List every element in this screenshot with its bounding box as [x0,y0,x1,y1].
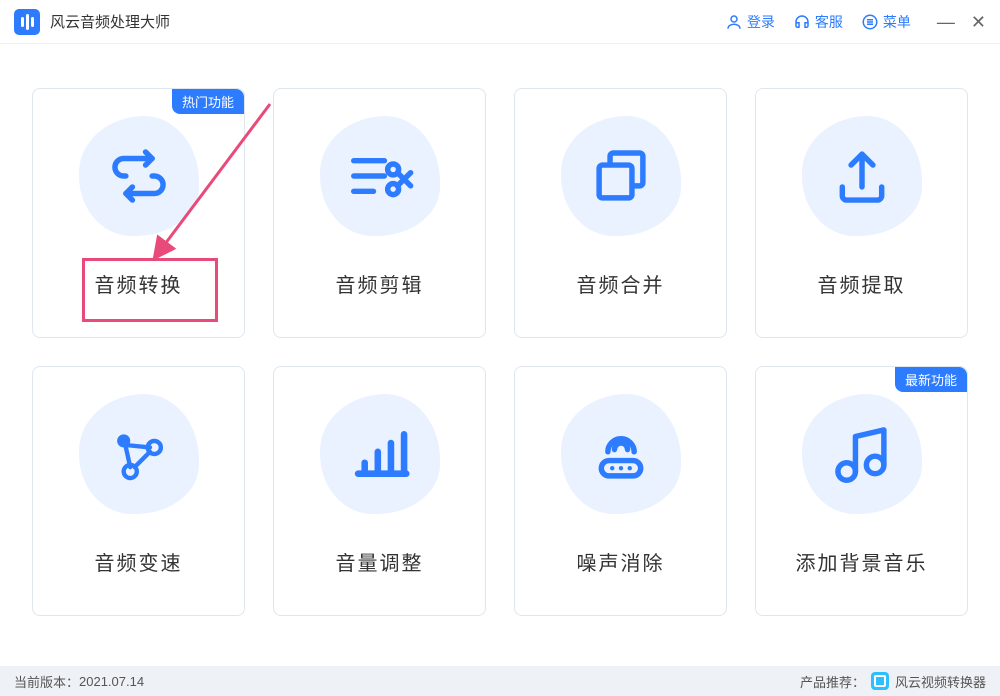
menu-icon [861,13,879,31]
card-label: 音频提取 [818,269,906,298]
card-label: 音频转换 [95,269,183,298]
support-label: 客服 [815,12,843,32]
menu-label: 菜单 [883,12,911,32]
card-audio-speed[interactable]: 音频变速 [32,366,245,616]
recommend-label: 产品推荐： [800,672,865,691]
card-volume-adjust[interactable]: 音量调整 [273,366,486,616]
recommend-logo-icon [871,672,889,690]
login-label: 登录 [747,12,775,32]
card-label: 音频剪辑 [336,269,424,298]
feature-grid: 热门功能 音频转换 音频剪辑 音频合并 音频提取 [0,44,1000,636]
convert-icon [104,141,174,211]
headset-icon [793,13,811,31]
merge-icon [586,141,656,211]
card-label: 添加背景音乐 [796,547,928,576]
music-note-icon [827,419,897,489]
card-audio-convert[interactable]: 热门功能 音频转换 [32,88,245,338]
login-button[interactable]: 登录 [725,12,775,32]
window-controls: — ✕ [937,13,986,31]
card-audio-cut[interactable]: 音频剪辑 [273,88,486,338]
app-title: 风云音频处理大师 [50,11,170,32]
card-add-bgm[interactable]: 最新功能 添加背景音乐 [755,366,968,616]
close-button[interactable]: ✕ [971,13,986,31]
card-label: 音频合并 [577,269,665,298]
scissors-icon [345,141,415,211]
card-audio-merge[interactable]: 音频合并 [514,88,727,338]
status-bar: 当前版本： 2021.07.14 产品推荐： 风云视频转换器 [0,666,1000,696]
extract-icon [827,141,897,211]
denoise-icon [586,419,656,489]
menu-button[interactable]: 菜单 [861,12,911,32]
version-value: 2021.07.14 [79,674,144,689]
user-icon [725,13,743,31]
support-button[interactable]: 客服 [793,12,843,32]
titlebar: 风云音频处理大师 登录 客服 菜单 — ✕ [0,0,1000,44]
version-label: 当前版本： [14,672,79,691]
card-label: 音频变速 [95,547,183,576]
titlebar-actions: 登录 客服 菜单 — ✕ [725,12,986,32]
card-label: 噪声消除 [577,547,665,576]
card-audio-extract[interactable]: 音频提取 [755,88,968,338]
minimize-button[interactable]: — [937,13,955,31]
card-label: 音量调整 [336,547,424,576]
speed-icon [104,419,174,489]
volume-bars-icon [345,419,415,489]
recommend-link[interactable]: 风云视频转换器 [895,672,986,691]
app-logo-icon [14,9,40,35]
card-noise-removal[interactable]: 噪声消除 [514,366,727,616]
